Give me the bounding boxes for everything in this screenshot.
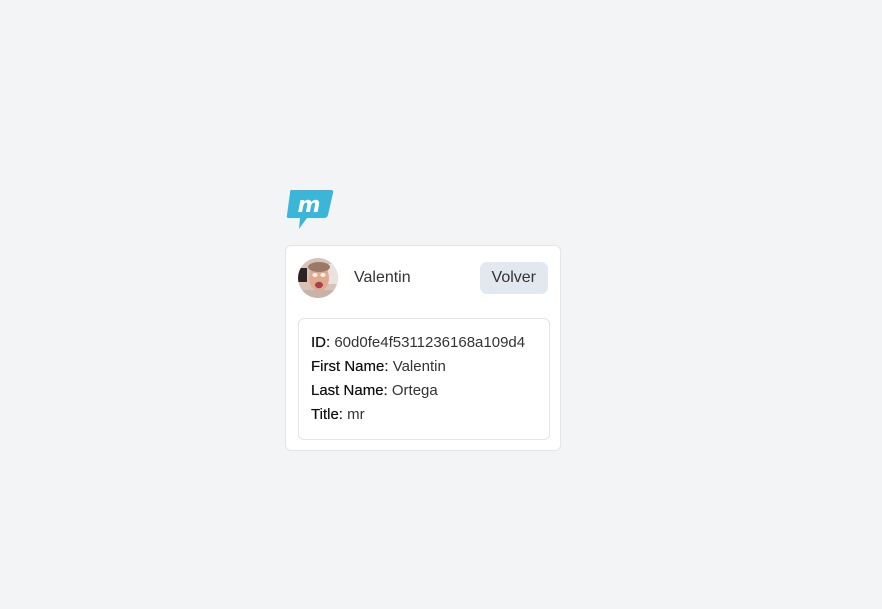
detail-row-last-name: Last Name: Ortega <box>311 379 537 403</box>
first-name-label: First Name: <box>311 358 389 375</box>
id-label: ID: <box>311 334 331 351</box>
detail-row-title: Title: mr <box>311 403 537 427</box>
last-name-label: Last Name: <box>311 382 388 399</box>
app-logo[interactable]: m <box>285 188 335 232</box>
detail-row-first-name: First Name: Valentin <box>311 355 537 379</box>
user-card: Valentin Volver ID: 60d0fe4f5311236168a1… <box>285 245 561 451</box>
user-details: ID: 60d0fe4f5311236168a109d4 First Name:… <box>298 318 550 440</box>
user-card-header: Valentin Volver <box>298 258 548 298</box>
id-value: 60d0fe4f5311236168a109d4 <box>334 334 526 351</box>
user-photo-avatar <box>298 258 338 298</box>
first-name-value: Valentin <box>392 358 446 375</box>
m-speech-bubble-icon: m <box>286 190 334 229</box>
title-value: mr <box>347 406 365 423</box>
back-button[interactable]: Volver <box>479 262 548 294</box>
detail-row-id: ID: 60d0fe4f5311236168a109d4 <box>311 331 537 355</box>
avatar <box>298 258 338 298</box>
svg-text:m: m <box>298 193 321 218</box>
last-name-value: Ortega <box>391 382 438 399</box>
user-name: Valentin <box>354 269 411 286</box>
title-label: Title: <box>311 406 343 423</box>
